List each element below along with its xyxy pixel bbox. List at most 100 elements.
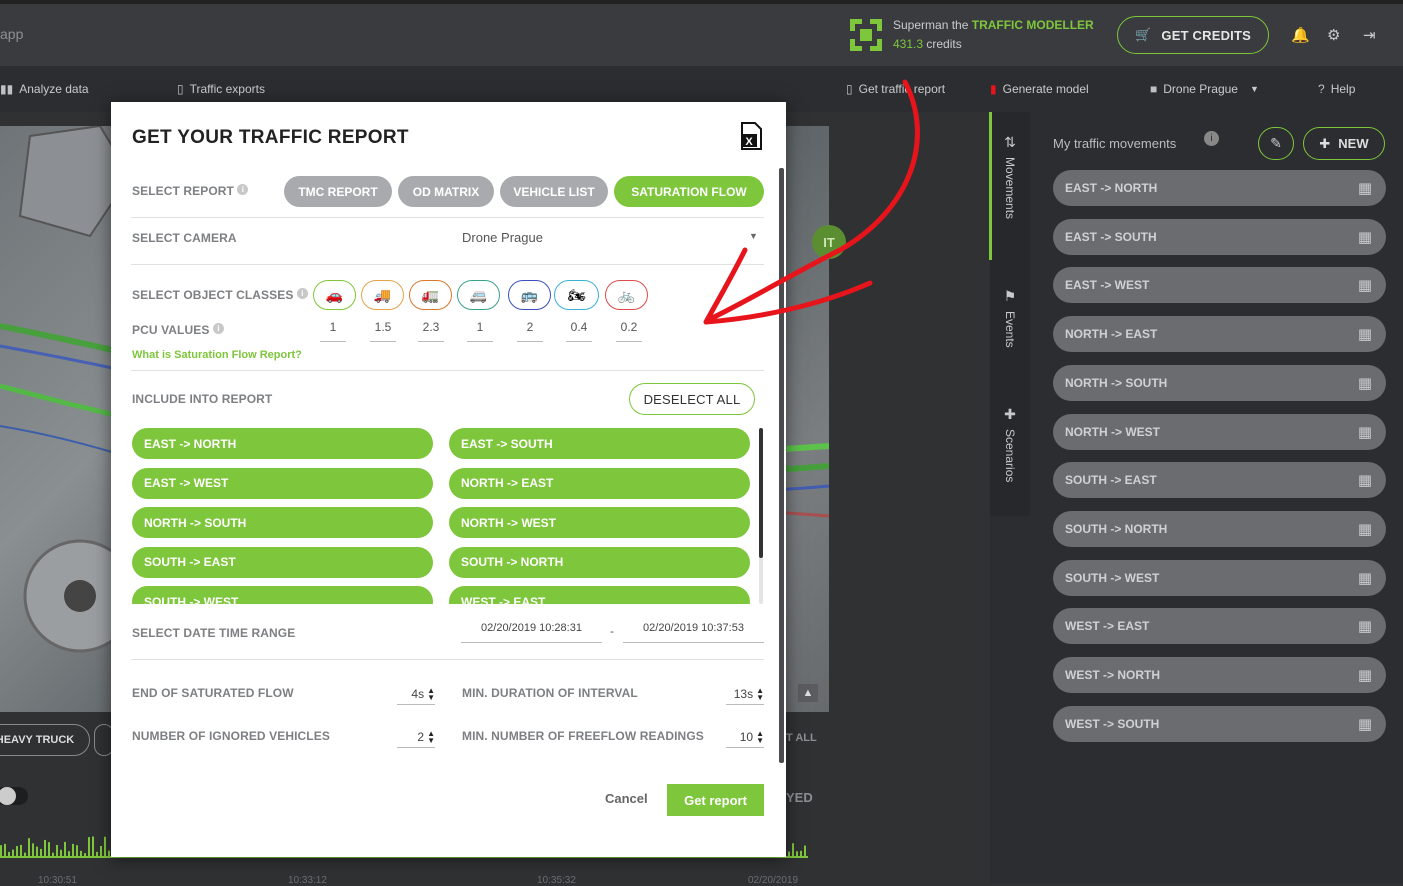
date-from-input[interactable]: 02/20/2019 10:28:31: [461, 622, 602, 643]
grid-add-icon[interactable]: ▦: [1358, 569, 1372, 587]
gear-icon[interactable]: ⚙: [1327, 26, 1340, 44]
get-report-button[interactable]: Get report: [667, 784, 764, 816]
pcu-value-input[interactable]: 0.2: [616, 320, 642, 342]
logout-icon[interactable]: ⇥: [1363, 26, 1376, 44]
class-filter-heavy-truck[interactable]: HEAVY TRUCK: [0, 724, 90, 756]
stepper-arrows-icon[interactable]: ▲ ▼: [756, 686, 764, 701]
bicycle-icon[interactable]: 🚲: [605, 280, 648, 310]
movement-item[interactable]: WEST -> EAST ▦: [1053, 608, 1386, 645]
include-movement-chip[interactable]: EAST -> NORTH: [132, 428, 433, 459]
pcu-value-input[interactable]: 0.4: [566, 320, 592, 342]
movement-item[interactable]: EAST -> WEST ▦: [1053, 267, 1386, 304]
grid-add-icon[interactable]: ▦: [1358, 374, 1372, 392]
grid-add-icon[interactable]: ▦: [1358, 715, 1372, 733]
histogram-bar: [40, 848, 42, 856]
van-icon[interactable]: 🚐: [457, 280, 500, 310]
pcu-value-input[interactable]: 1.5: [370, 320, 396, 342]
image-icon[interactable]: ▲: [798, 684, 818, 702]
grid-add-icon[interactable]: ▦: [1358, 471, 1372, 489]
camera-icon: ■: [1150, 82, 1158, 96]
movement-item[interactable]: SOUTH -> NORTH ▦: [1053, 510, 1386, 547]
movement-item[interactable]: WEST -> NORTH ▦: [1053, 657, 1386, 693]
help-icon: ?: [1318, 82, 1325, 96]
include-movement-chip[interactable]: SOUTH -> WEST: [132, 586, 433, 604]
pcu-value-input[interactable]: 1: [467, 320, 493, 342]
deselect-all-button[interactable]: DESELECT ALL: [629, 383, 755, 415]
include-movement-chip[interactable]: NORTH -> EAST: [449, 467, 750, 499]
include-movement-chip[interactable]: EAST -> SOUTH: [449, 428, 750, 459]
list-scrollbar[interactable]: [759, 428, 763, 558]
tab-movements[interactable]: ⇅ Movements: [990, 134, 1030, 219]
nav-help[interactable]: ? Help: [1318, 82, 1355, 96]
ignored-vehicles-stepper[interactable]: 2 ▲ ▼: [397, 726, 435, 748]
include-movement-chip[interactable]: SOUTH -> NORTH: [449, 546, 750, 578]
nav-get-traffic-report[interactable]: ▯ Get traffic report: [846, 82, 945, 96]
freeflow-readings-stepper[interactable]: 10 ▲ ▼: [726, 726, 764, 748]
bus-icon[interactable]: 🚌: [508, 280, 551, 310]
grid-add-icon[interactable]: ▦: [1358, 666, 1372, 684]
motorcycle-icon[interactable]: 🏍: [554, 280, 599, 310]
report-type-tmc[interactable]: TMC REPORT: [284, 176, 392, 207]
grid-add-icon[interactable]: ▦: [1358, 325, 1372, 343]
grid-add-icon[interactable]: ▦: [1358, 617, 1372, 635]
truck-icon[interactable]: 🚚: [361, 280, 404, 310]
get-credits-button[interactable]: 🛒 GET CREDITS: [1117, 16, 1269, 54]
histogram-bar: [104, 836, 106, 856]
include-movement-chip[interactable]: SOUTH -> EAST: [132, 546, 433, 578]
histogram-bar: [60, 849, 62, 856]
bell-icon[interactable]: 🔔: [1291, 26, 1310, 44]
info-icon[interactable]: i: [1204, 131, 1219, 146]
camera-select[interactable]: Drone Prague: [462, 230, 543, 245]
include-movement-chip[interactable]: NORTH -> WEST: [449, 507, 750, 538]
new-movement-button[interactable]: ✚ NEW: [1303, 127, 1385, 160]
movement-marker-button[interactable]: IT: [812, 225, 846, 259]
magic-wand-button[interactable]: ✎: [1258, 127, 1294, 160]
stepper-arrows-icon[interactable]: ▲ ▼: [427, 729, 435, 744]
movement-item[interactable]: NORTH -> WEST ▦: [1053, 413, 1386, 450]
grid-add-icon[interactable]: ▦: [1358, 179, 1372, 197]
movement-item[interactable]: EAST -> SOUTH ▦: [1053, 218, 1386, 255]
end-saturated-flow-stepper[interactable]: 4s ▲ ▼: [397, 683, 435, 705]
report-type-vehicle-list[interactable]: VEHICLE LIST: [500, 176, 608, 207]
nav-camera-select[interactable]: ■ Drone Prague ▼: [1150, 82, 1259, 96]
date-to-input[interactable]: 02/20/2019 10:37:53: [623, 622, 764, 643]
grid-add-icon[interactable]: ▦: [1358, 423, 1372, 441]
modal-scrollbar[interactable]: [779, 168, 784, 763]
min-duration-stepper[interactable]: 13s ▲ ▼: [726, 683, 764, 705]
stepper-arrows-icon[interactable]: ▲ ▼: [427, 686, 435, 701]
movement-item[interactable]: SOUTH -> WEST ▦: [1053, 559, 1386, 596]
pcu-value-input[interactable]: 1: [320, 320, 346, 342]
heavy-truck-icon[interactable]: 🚛: [409, 280, 452, 310]
movement-item[interactable]: NORTH -> SOUTH ▦: [1053, 364, 1386, 401]
freeflow-readings-label: MIN. NUMBER OF FREEFLOW READINGS: [462, 729, 704, 743]
stepper-arrows-icon[interactable]: ▲ ▼: [756, 729, 764, 744]
report-type-saturation-flow[interactable]: SATURATION FLOW: [614, 176, 764, 207]
movement-item[interactable]: EAST -> NORTH ▦: [1053, 170, 1386, 206]
movement-item[interactable]: SOUTH -> EAST ▦: [1053, 462, 1386, 499]
excel-file-icon[interactable]: X: [740, 122, 762, 150]
nav-generate-model[interactable]: ▮ Generate model: [990, 82, 1089, 96]
grid-add-icon[interactable]: ▦: [1358, 276, 1372, 294]
movement-item[interactable]: WEST -> SOUTH ▦: [1053, 705, 1386, 742]
include-movement-chip[interactable]: WEST -> EAST: [449, 586, 750, 604]
movement-item[interactable]: NORTH -> EAST ▦: [1053, 316, 1386, 353]
pcu-value-input[interactable]: 2: [517, 320, 543, 342]
nav-traffic-exports[interactable]: ▯ Traffic exports: [177, 82, 265, 96]
nav-analyze-data[interactable]: ▮▮ Analyze data: [0, 82, 89, 96]
app-name: app: [0, 26, 24, 42]
report-type-od-matrix[interactable]: OD MATRIX: [398, 176, 494, 207]
cancel-button[interactable]: Cancel: [605, 791, 648, 806]
tab-scenarios[interactable]: ✚ Scenarios: [990, 406, 1030, 482]
timeline-tick: 02/20/2019: [748, 875, 799, 886]
histogram-bar: [4, 843, 6, 856]
grid-add-icon[interactable]: ▦: [1358, 228, 1372, 246]
car-icon[interactable]: 🚗: [313, 280, 356, 310]
grid-add-icon[interactable]: ▦: [1358, 520, 1372, 538]
include-movement-chip[interactable]: EAST -> WEST: [132, 467, 433, 499]
include-movement-chip[interactable]: NORTH -> SOUTH: [132, 507, 433, 538]
chevron-down-icon[interactable]: ▼: [749, 231, 758, 241]
pcu-value-input[interactable]: 2.3: [418, 320, 444, 342]
tab-events[interactable]: ⚑ Events: [990, 288, 1030, 348]
select-all-fragment[interactable]: T ALL: [786, 732, 817, 744]
what-is-saturation-flow-link[interactable]: What is Saturation Flow Report?: [132, 349, 302, 361]
